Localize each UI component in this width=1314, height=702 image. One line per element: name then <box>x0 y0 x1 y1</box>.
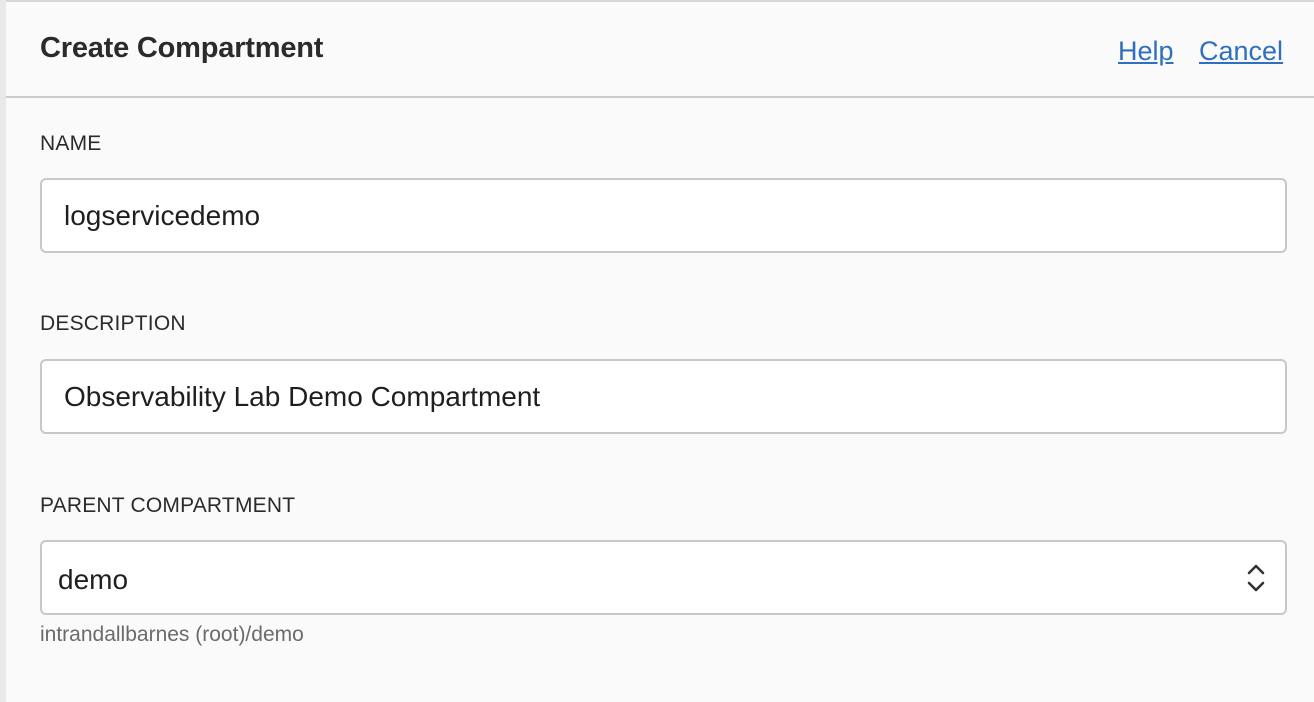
create-compartment-dialog: Create Compartment Help Cancel NAME DESC… <box>6 0 1314 702</box>
help-link[interactable]: Help <box>1118 36 1174 67</box>
dialog-header: Create Compartment Help Cancel <box>6 2 1314 98</box>
parent-compartment-path-hint: intrandallbarnes (root)/demo <box>40 623 304 646</box>
parent-compartment-selected-value: demo <box>58 564 129 595</box>
name-label: NAME <box>40 132 102 155</box>
description-label: DESCRIPTION <box>40 312 186 335</box>
cancel-link[interactable]: Cancel <box>1199 36 1283 67</box>
description-input[interactable] <box>40 359 1287 434</box>
dialog-title: Create Compartment <box>40 32 324 64</box>
name-input[interactable] <box>40 178 1287 253</box>
parent-compartment-label: PARENT COMPARTMENT <box>40 494 296 517</box>
up-down-chevron-icon <box>1247 564 1265 592</box>
parent-compartment-select[interactable]: demo <box>40 540 1287 615</box>
